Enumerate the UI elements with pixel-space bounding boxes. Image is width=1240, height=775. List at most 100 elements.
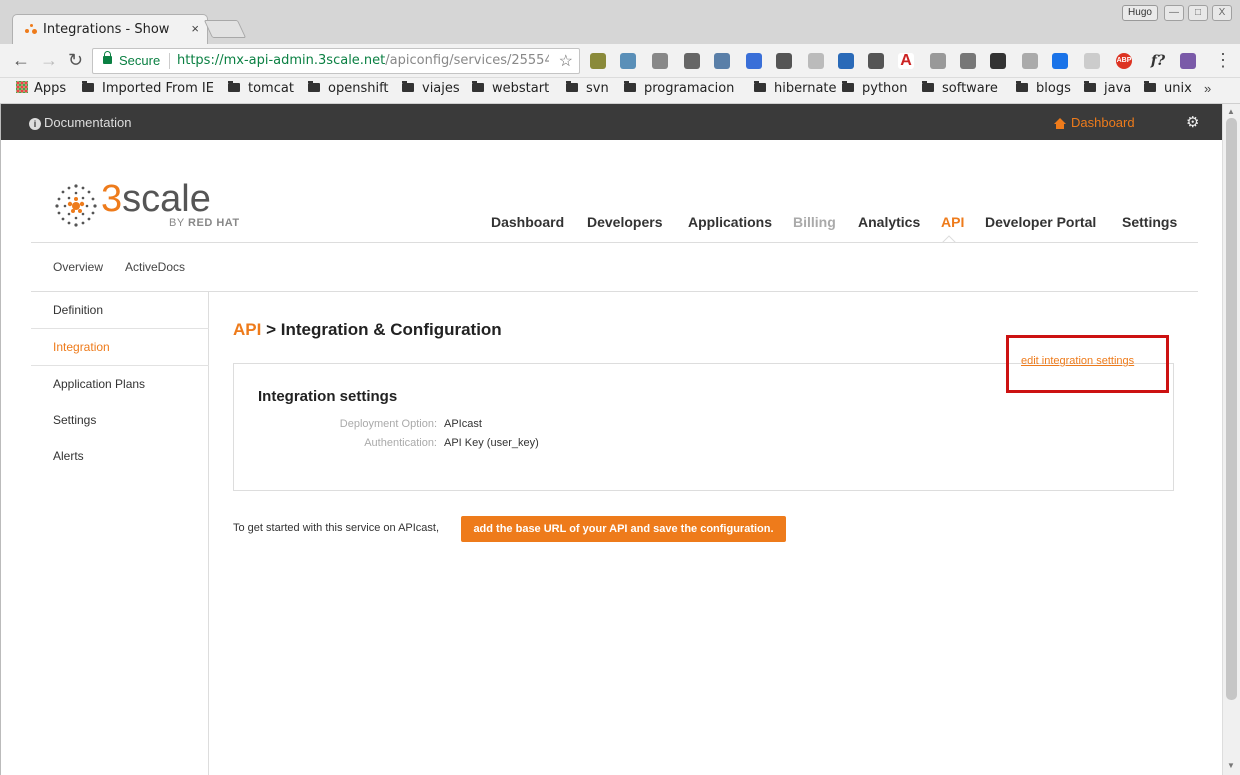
new-tab-button[interactable] [203,20,247,38]
eyedropper-icon[interactable] [1180,53,1196,69]
acrobat-icon[interactable]: A [898,53,914,69]
vertical-scrollbar[interactable]: ▲ ▼ [1222,104,1240,775]
profile-badge[interactable]: Hugo [1122,5,1158,21]
extension-icon[interactable] [652,53,668,69]
breadcrumb-api[interactable]: API [233,320,261,339]
extension-icon[interactable] [1022,53,1038,69]
extension-icon[interactable] [590,53,606,69]
nav-dashboard[interactable]: Dashboard [491,214,564,230]
extension-icon[interactable] [684,53,700,69]
scroll-up-icon[interactable]: ▲ [1227,107,1235,116]
sidebar-item-settings[interactable]: Settings [53,413,96,427]
extension-icon[interactable] [714,53,730,69]
extension-icon[interactable] [930,53,946,69]
home-icon [1054,118,1066,129]
extension-icon[interactable] [620,53,636,69]
bookmark-folder[interactable]: software [922,81,998,96]
minimize-button[interactable]: — [1164,5,1184,21]
maximize-button[interactable]: □ [1188,5,1208,21]
extension-icon[interactable] [746,53,762,69]
nav-billing[interactable]: Billing [793,214,836,230]
reload-icon[interactable]: ↻ [68,50,83,71]
browser-toolbar: ← → ↻ Secure https://mx-api-admin.3scale… [0,44,1240,78]
adblock-icon[interactable]: ABP [1116,53,1132,69]
nav-settings[interactable]: Settings [1122,214,1177,230]
folder-icon [82,81,94,92]
scroll-down-icon[interactable]: ▼ [1227,761,1235,770]
extension-icon[interactable] [1052,53,1068,69]
folder-icon [624,81,636,92]
sidebar-item-application-plans[interactable]: Application Plans [53,377,145,391]
nav-divider [31,242,1198,243]
documentation-link[interactable]: i Documentation [29,115,131,130]
authentication-label: Authentication: [364,437,437,449]
bookmark-folder[interactable]: Imported From IE [82,81,214,96]
sidebar-item-alerts[interactable]: Alerts [53,449,84,463]
url-path: /apiconfig/services/25554177 [385,53,549,68]
folder-icon [842,81,854,92]
scroll-thumb[interactable] [1226,118,1237,700]
extension-icon[interactable] [1084,53,1100,69]
bookmark-folder[interactable]: hibernate [754,81,837,96]
sidebar-item-definition[interactable]: Definition [53,303,103,317]
bookmark-folder[interactable]: viajes [402,81,460,96]
folder-icon [1144,81,1156,92]
close-window-button[interactable]: X [1212,5,1232,21]
subnav-activedocs[interactable]: ActiveDocs [125,260,185,274]
nav-developer-portal[interactable]: Developer Portal [985,214,1096,230]
nav-api[interactable]: API [941,214,964,230]
extension-icon[interactable] [808,53,824,69]
panel-title: Integration settings [258,388,398,405]
subnav-overview[interactable]: Overview [53,260,103,274]
forward-arrow-icon[interactable]: → [40,50,58,71]
extension-icon[interactable] [776,53,792,69]
bookmark-folder[interactable]: programacion [624,81,734,96]
extension-icon[interactable] [868,53,884,69]
bookmark-folder[interactable]: openshift [308,81,389,96]
page-title: API > Integration & Configuration [233,320,502,339]
bookmark-star-icon[interactable]: ☆ [559,51,573,71]
nav-analytics[interactable]: Analytics [858,214,920,230]
gear-icon[interactable]: ⚙ [1186,113,1199,131]
nav-developers[interactable]: Developers [587,214,662,230]
browser-chrome: Integrations - Show × Hugo — □ X ← → ↻ S… [0,0,1240,104]
admin-topbar: i Documentation Dashboard ⚙ [1,104,1222,140]
secure-label: Secure [119,53,161,68]
add-base-url-button[interactable]: add the base URL of your API and save th… [461,516,786,542]
lock-icon [103,51,112,64]
tab-close-icon[interactable]: × [191,21,199,36]
formula-icon[interactable]: f? [1148,53,1168,69]
bookmark-folder[interactable]: unix [1144,81,1192,96]
omnibox-divider [169,53,170,69]
sidebar: Definition Integration Application Plans… [31,292,209,775]
bookmarks-bar: Apps Imported From IE tomcat openshift v… [0,78,1240,104]
3scale-favicon-icon [25,24,37,36]
folder-icon [1016,81,1028,92]
bookmark-folder[interactable]: webstart [472,81,549,96]
bookmark-folder[interactable]: tomcat [228,81,294,96]
logo-subtitle: BY RED HAT [169,217,240,229]
address-bar[interactable]: Secure https://mx-api-admin.3scale.net/a… [92,48,580,74]
dashboard-link[interactable]: Dashboard [1054,115,1135,130]
bookmark-folder[interactable]: python [842,81,907,96]
bookmark-folder[interactable]: blogs [1016,81,1071,96]
folder-icon [472,81,484,92]
browser-tab[interactable]: Integrations - Show × [12,14,208,44]
nav-applications[interactable]: Applications [688,214,772,230]
bookmark-folder[interactable]: svn [566,81,609,96]
extension-icon[interactable] [990,53,1006,69]
extension-icon[interactable] [838,53,854,69]
bookmark-folder[interactable]: java [1084,81,1131,96]
folder-icon [754,81,766,92]
back-arrow-icon[interactable]: ← [12,50,30,71]
sidebar-divider [31,365,209,366]
more-bookmarks-icon[interactable]: » [1204,81,1211,96]
folder-icon [566,81,578,92]
bookmark-apps[interactable]: Apps [16,81,66,96]
folder-icon [402,81,414,92]
3scale-logo[interactable]: 3scale BY RED HAT [51,178,239,230]
cast-icon[interactable] [960,53,976,69]
url-text[interactable]: https://mx-api-admin.3scale.net/apiconfi… [177,53,549,68]
browser-menu-icon[interactable]: ⋮ [1214,50,1232,71]
sidebar-item-integration[interactable]: Integration [53,340,110,354]
